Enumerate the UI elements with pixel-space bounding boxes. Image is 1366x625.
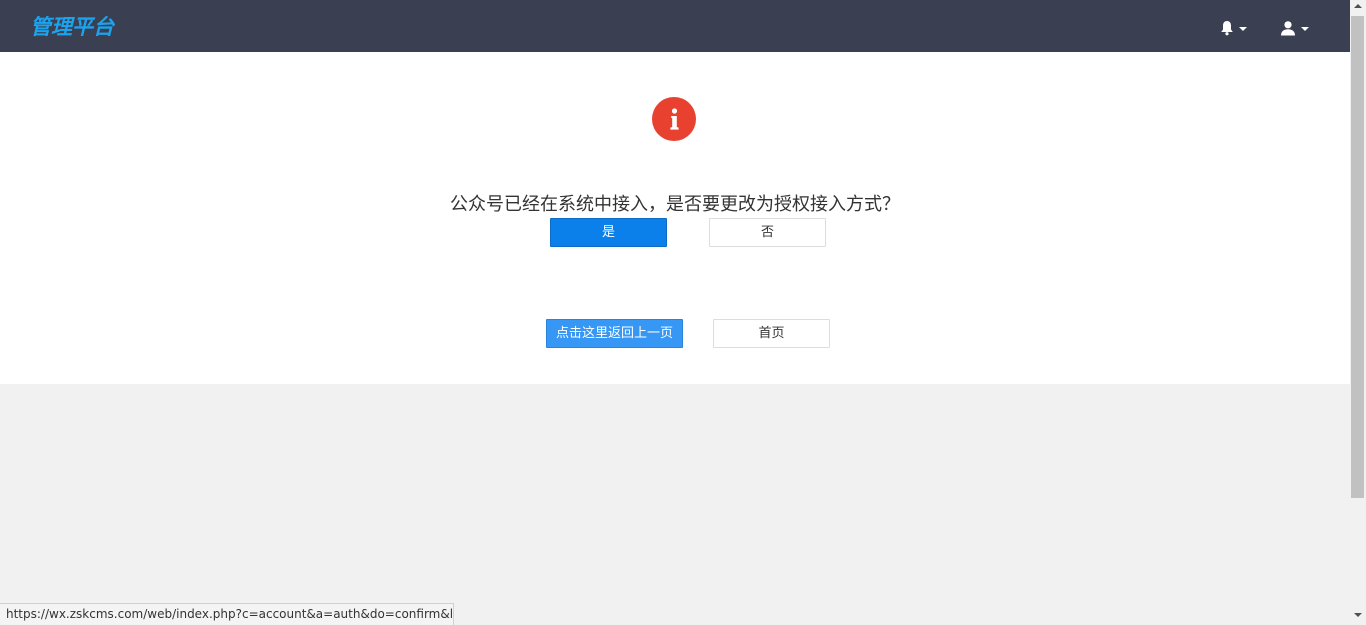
info-icon: [652, 97, 696, 141]
confirm-message: 公众号已经在系统中接入，是否要更改为授权接入方式？: [450, 194, 900, 215]
home-button[interactable]: 首页: [713, 319, 830, 348]
no-button[interactable]: 否: [709, 218, 826, 247]
bell-icon: [1221, 21, 1233, 36]
brand-logo[interactable]: 管理平台: [30, 13, 114, 41]
status-bar-url: https://wx.zskcms.com/web/index.php?c=ac…: [0, 603, 454, 625]
page: 管理平台 公众号已经在系统中接入，是否要更改为授权接入方式？ 是 否 点击这里返…: [0, 0, 1366, 625]
yes-button[interactable]: 是: [550, 218, 667, 247]
vertical-scrollbar[interactable]: [1350, 0, 1366, 625]
message-panel: 公众号已经在系统中接入，是否要更改为授权接入方式？ 是 否 点击这里返回上一页 …: [0, 52, 1350, 384]
user-dropdown[interactable]: [1280, 18, 1309, 38]
back-button[interactable]: 点击这里返回上一页: [546, 319, 683, 348]
scroll-thumb[interactable]: [1351, 16, 1364, 498]
top-navbar: 管理平台: [0, 0, 1350, 52]
user-icon: [1281, 21, 1295, 36]
scroll-down-icon[interactable]: [1354, 613, 1362, 617]
scroll-up-icon[interactable]: [1354, 4, 1362, 8]
caret-down-icon: [1239, 27, 1247, 31]
notifications-dropdown[interactable]: [1220, 18, 1247, 38]
caret-down-icon: [1301, 27, 1309, 31]
